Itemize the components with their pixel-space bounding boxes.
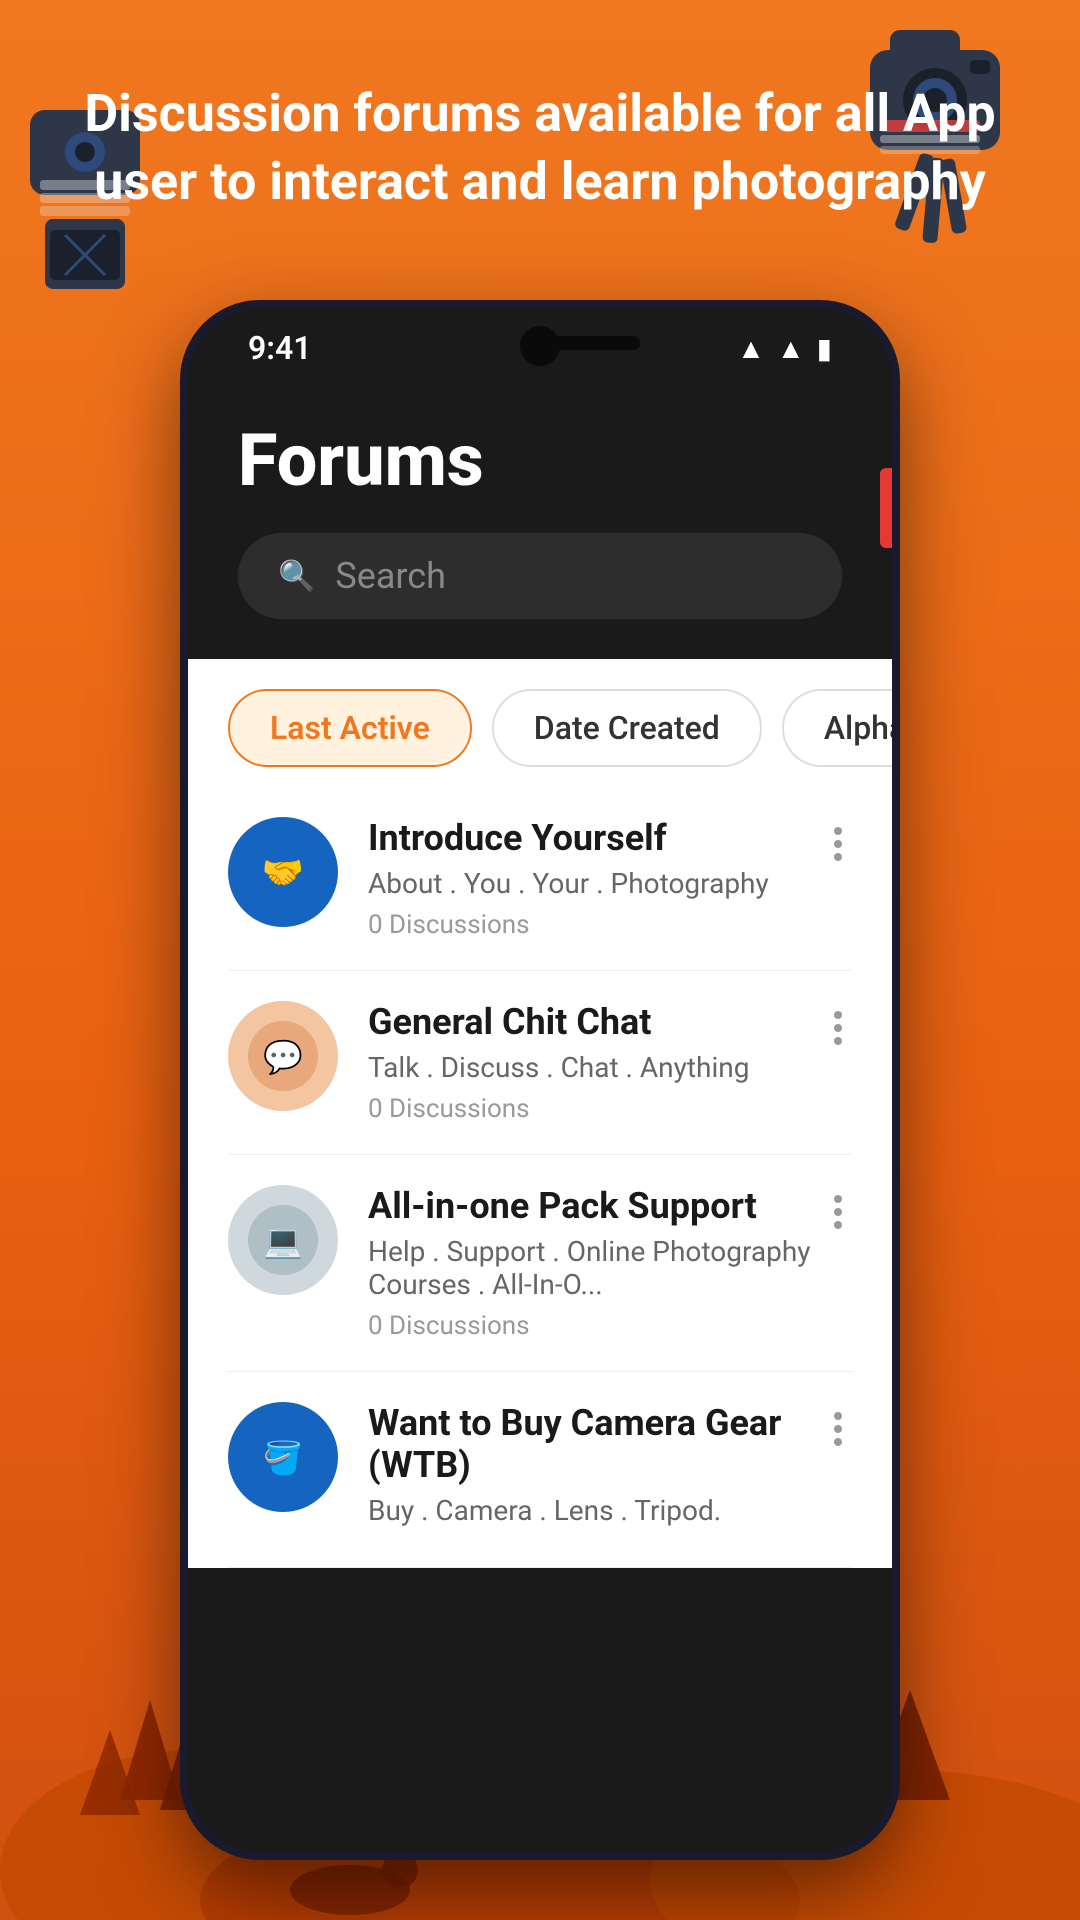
svg-text:💻: 💻 [263, 1222, 303, 1260]
menu-dot [834, 1195, 842, 1203]
battery-icon: ▮ [817, 332, 832, 365]
forum-tags-general-chit-chat: Talk . Discuss . Chat . Anything [368, 1051, 824, 1084]
menu-dot [834, 1037, 842, 1045]
phone-frame: 9:41 ▲ ▲ ▮ Forums 🔍 Search [180, 300, 900, 1860]
menu-dot [834, 827, 842, 835]
forum-item-general-chit-chat[interactable]: 💬 General Chit Chat Talk . Discuss . Cha… [228, 971, 852, 1155]
forum-list: 🤝 Introduce Yourself About . You . Your … [188, 787, 892, 1568]
forum-name-camera-gear: Want to Buy Camera Gear (WTB) [368, 1402, 824, 1486]
tab-alphabetical[interactable]: Alphabetical [782, 689, 892, 767]
tab-last-active[interactable]: Last Active [228, 689, 472, 767]
hero-text-content: Discussion forums available for all App … [84, 83, 995, 212]
forum-discussions-introduce-yourself: 0 Discussions [368, 910, 824, 940]
menu-dot [834, 840, 842, 848]
search-icon: 🔍 [278, 559, 315, 594]
menu-dot [834, 1412, 842, 1420]
forum-tags-allinone-pack: Help . Support . Online Photography Cour… [368, 1235, 824, 1301]
forum-name-general-chit-chat: General Chit Chat [368, 1001, 824, 1043]
forum-tags-camera-gear: Buy . Camera . Lens . Tripod. [368, 1494, 824, 1527]
speaker-notch [520, 336, 640, 350]
menu-dot [834, 1425, 842, 1433]
page-title: Forums [238, 418, 842, 503]
menu-dot [834, 1011, 842, 1019]
forum-avatar-introduce-yourself: 🤝 [228, 817, 338, 927]
svg-text:🪣: 🪣 [263, 1439, 303, 1477]
wifi-icon: ▲ [737, 332, 765, 365]
menu-dot [834, 1208, 842, 1216]
forum-info-camera-gear: Want to Buy Camera Gear (WTB) Buy . Came… [368, 1402, 824, 1537]
phone-inner: 9:41 ▲ ▲ ▮ Forums 🔍 Search [188, 308, 892, 1852]
forum-menu-general-chit-chat[interactable] [824, 1001, 852, 1055]
menu-dot [834, 1221, 842, 1229]
signal-icon: ▲ [777, 332, 805, 365]
content-area: Last Active Date Created Alphabetical [188, 659, 892, 1568]
svg-text:💬: 💬 [263, 1038, 303, 1076]
forum-menu-camera-gear[interactable] [824, 1402, 852, 1456]
forum-avatar-allinone-pack: 💻 [228, 1185, 338, 1295]
forum-info-allinone-pack: All-in-one Pack Support Help . Support .… [368, 1185, 824, 1341]
forum-menu-allinone-pack[interactable] [824, 1185, 852, 1239]
tab-alphabetical-label: Alphabetical [824, 709, 892, 747]
menu-dot [834, 853, 842, 861]
menu-dot [834, 1024, 842, 1032]
forum-avatar-camera-gear: 🪣 [228, 1402, 338, 1512]
forum-info-introduce-yourself: Introduce Yourself About . You . Your . … [368, 817, 824, 940]
forum-avatar-general-chit-chat: 💬 [228, 1001, 338, 1111]
status-bar: 9:41 ▲ ▲ ▮ [188, 308, 892, 388]
filter-tabs: Last Active Date Created Alphabetical [188, 659, 892, 787]
tab-date-created[interactable]: Date Created [492, 689, 762, 767]
forum-name-allinone-pack: All-in-one Pack Support [368, 1185, 824, 1227]
forum-tags-introduce-yourself: About . You . Your . Photography [368, 867, 824, 900]
tab-last-active-label: Last Active [270, 709, 430, 747]
forum-item-introduce-yourself[interactable]: 🤝 Introduce Yourself About . You . Your … [228, 787, 852, 971]
status-time: 9:41 [248, 329, 312, 367]
menu-dot [834, 1438, 842, 1446]
tab-date-created-label: Date Created [534, 709, 720, 747]
search-bar[interactable]: 🔍 Search [238, 533, 842, 619]
forum-discussions-general-chit-chat: 0 Discussions [368, 1094, 824, 1124]
forum-discussions-allinone-pack: 0 Discussions [368, 1311, 824, 1341]
app-header: Forums 🔍 Search [188, 388, 892, 659]
hero-text: Discussion forums available for all App … [0, 80, 1080, 215]
search-placeholder: Search [335, 555, 446, 597]
forum-name-introduce-yourself: Introduce Yourself [368, 817, 824, 859]
status-icons: ▲ ▲ ▮ [737, 332, 832, 365]
forum-item-camera-gear[interactable]: 🪣 Want to Buy Camera Gear (WTB) Buy . Ca… [228, 1372, 852, 1568]
forum-menu-introduce-yourself[interactable] [824, 817, 852, 871]
forum-info-general-chit-chat: General Chit Chat Talk . Discuss . Chat … [368, 1001, 824, 1124]
svg-text:🤝: 🤝 [262, 853, 304, 893]
scroll-indicator[interactable] [880, 468, 892, 548]
forum-item-allinone-pack[interactable]: 💻 All-in-one Pack Support Help . Support… [228, 1155, 852, 1372]
